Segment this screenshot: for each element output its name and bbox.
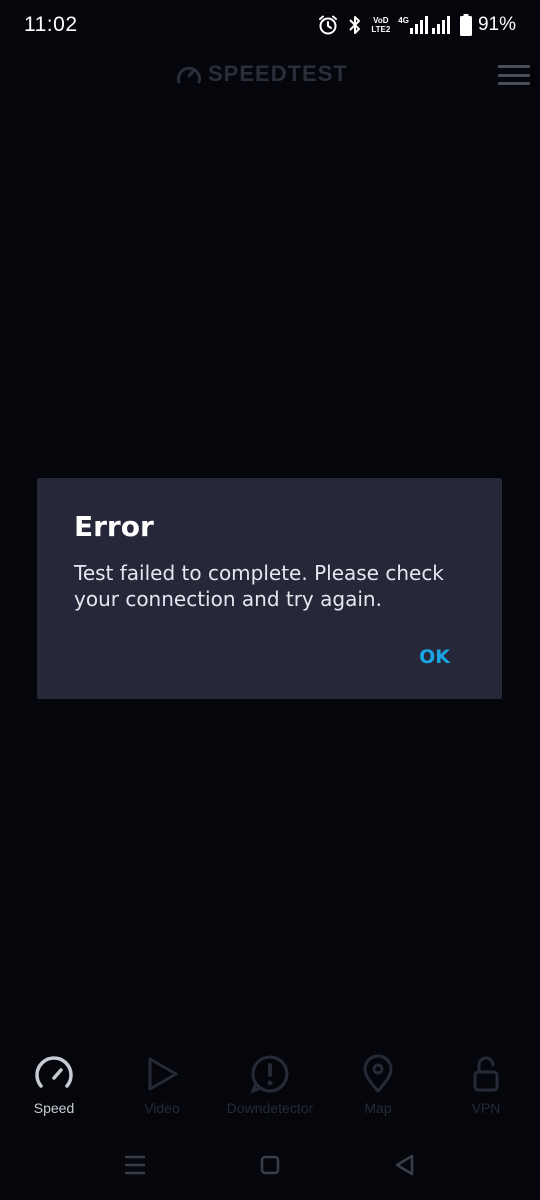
alarm-icon bbox=[317, 14, 339, 36]
ok-button[interactable]: OK bbox=[419, 646, 450, 668]
speedtest-logo: SPEEDTEST bbox=[176, 61, 348, 87]
nav-item-video[interactable]: Video bbox=[108, 1050, 216, 1125]
app-bar: SPEEDTEST bbox=[0, 50, 540, 98]
nav-label-video: Video bbox=[144, 1100, 180, 1116]
nav-item-vpn[interactable]: VPN bbox=[432, 1050, 540, 1125]
battery-percent: 91% bbox=[477, 14, 516, 35]
dialog-title: Error bbox=[74, 510, 154, 543]
recent-apps-button[interactable] bbox=[120, 1150, 150, 1180]
nav-label-vpn: VPN bbox=[471, 1100, 501, 1116]
status-bar: 11:02 VoD LTE2 4G 91% bbox=[0, 0, 540, 50]
play-icon bbox=[148, 1057, 178, 1091]
system-nav-bar bbox=[0, 1130, 540, 1200]
speedometer-icon bbox=[35, 1056, 73, 1088]
gauge-icon bbox=[177, 66, 201, 84]
bluetooth-icon bbox=[347, 14, 363, 36]
unlock-icon bbox=[473, 1056, 499, 1092]
signal-icon-2 bbox=[431, 16, 450, 34]
nav-label-downdetector: Downdetector bbox=[226, 1100, 314, 1116]
signal-icon bbox=[409, 16, 428, 34]
back-button[interactable] bbox=[390, 1150, 420, 1180]
home-button[interactable] bbox=[255, 1150, 285, 1180]
status-icons: VoD LTE2 4G 91% bbox=[309, 12, 516, 38]
volte-badge: VoD LTE2 bbox=[371, 16, 390, 34]
nav-label-speed: Speed bbox=[33, 1100, 75, 1116]
dialog-message: Test failed to complete. Please check yo… bbox=[74, 561, 444, 611]
nav-item-speed[interactable]: Speed bbox=[0, 1050, 108, 1125]
bottom-nav: Speed Video Downdetector Map VPN bbox=[0, 1050, 540, 1125]
alert-bubble-icon bbox=[250, 1055, 289, 1094]
menu-bar-middle bbox=[498, 73, 530, 77]
status-time: 11:02 bbox=[24, 13, 78, 36]
map-pin-icon bbox=[363, 1054, 393, 1093]
nav-label-map: Map bbox=[364, 1100, 392, 1116]
volte-badge-top: VoD bbox=[373, 16, 389, 25]
signal-group: 4G bbox=[398, 16, 452, 34]
nav-item-downdetector[interactable]: Downdetector bbox=[216, 1050, 324, 1125]
network-type-label: 4G bbox=[398, 16, 409, 25]
menu-bar-top bbox=[498, 65, 530, 68]
battery-icon bbox=[459, 14, 472, 36]
logo-text: SPEEDTEST bbox=[208, 61, 348, 86]
volte-badge-bottom: LTE2 bbox=[371, 25, 391, 34]
error-dialog: Error Test failed to complete. Please ch… bbox=[37, 478, 502, 699]
menu-bar-bottom bbox=[498, 82, 530, 85]
nav-item-map[interactable]: Map bbox=[324, 1050, 432, 1125]
hamburger-menu-button[interactable] bbox=[498, 62, 530, 88]
